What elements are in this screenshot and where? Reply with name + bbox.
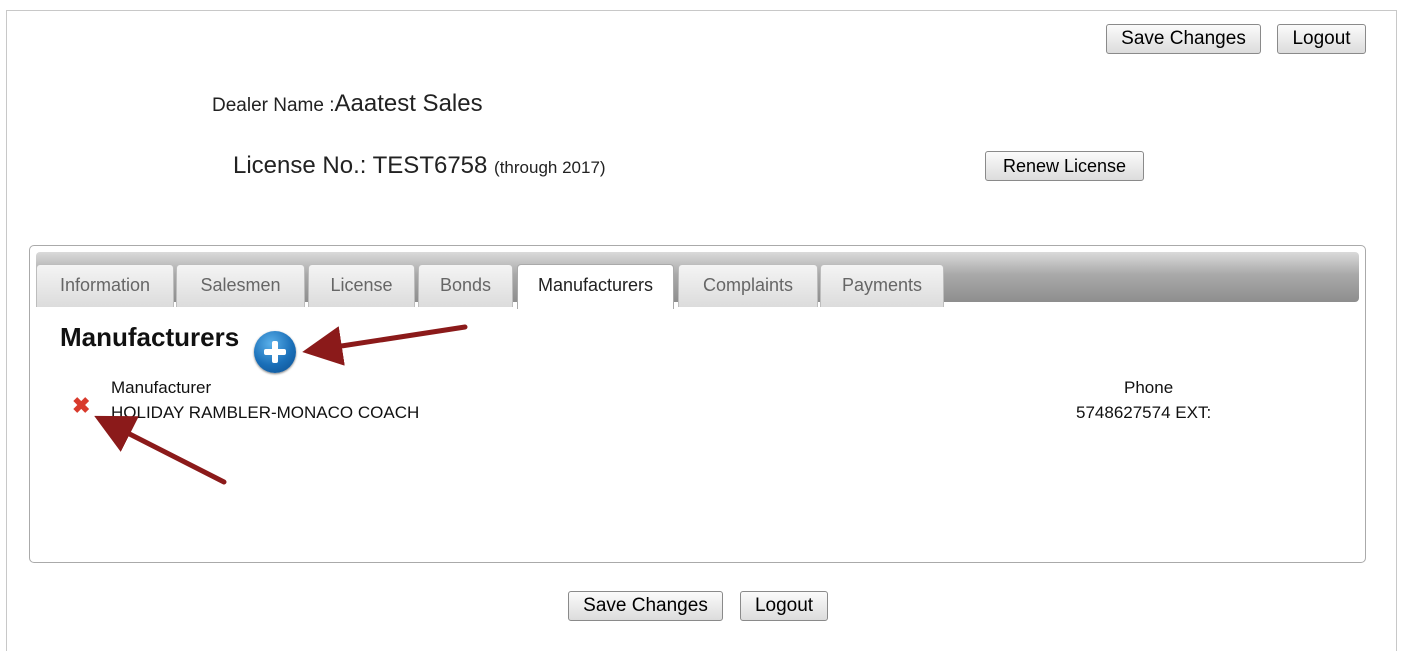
save-changes-button-bottom[interactable]: Save Changes [568,591,723,621]
tab-panel: Information Salesmen License Bonds Manuf… [29,245,1366,563]
license-row: License No.: TEST6758 (through 2017) [233,152,606,180]
tab-license[interactable]: License [308,264,415,307]
column-header-manufacturer: Manufacturer [111,378,212,397]
tab-complaints[interactable]: Complaints [678,264,818,307]
column-header-phone: Phone [1124,378,1174,397]
tab-bar: Information Salesmen License Bonds Manuf… [36,252,1359,309]
tab-manufacturers[interactable]: Manufacturers [517,264,674,309]
manufacturer-cell: HOLIDAY RAMBLER-MONACO COACH [111,403,420,422]
tab-salesmen[interactable]: Salesmen [176,264,305,307]
red-x-icon[interactable]: ✖ [72,395,92,417]
dealer-name-row: Dealer Name :Aaatest Sales [212,90,483,118]
logout-button-bottom[interactable]: Logout [740,591,828,621]
tab-information[interactable]: Information [36,264,174,307]
plus-circle-icon[interactable] [254,331,296,373]
logout-button-top[interactable]: Logout [1277,24,1366,54]
license-number: TEST6758 [372,152,488,179]
license-through: (through 2017) [494,158,606,177]
license-label: License No.: [233,152,367,179]
tab-payments[interactable]: Payments [820,264,944,307]
dealer-name-label: Dealer Name : [212,95,335,116]
renew-license-button[interactable]: Renew License [985,151,1144,181]
save-changes-button-top[interactable]: Save Changes [1106,24,1261,54]
dealer-name-value: Aaatest Sales [334,90,483,117]
phone-cell: 5748627574 EXT: [1076,403,1212,422]
tab-bonds[interactable]: Bonds [418,264,513,307]
manufacturers-heading: Manufacturers [60,322,240,352]
